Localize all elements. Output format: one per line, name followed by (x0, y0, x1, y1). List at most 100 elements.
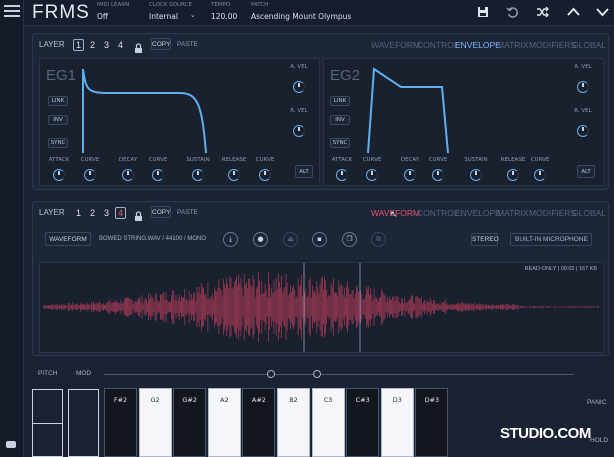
input-select[interactable]: BUILT-IN MICROPHONE ▾ (510, 233, 592, 246)
tab-waveform[interactable]: WAVEFORM (371, 40, 420, 50)
copy-button[interactable]: COPY (151, 38, 171, 50)
layer-2-button[interactable]: 2 (90, 208, 95, 218)
lock-icon[interactable] (134, 39, 143, 58)
eg1-sync-button[interactable]: SYNC (48, 138, 68, 148)
tab-modifiers[interactable]: MODIFIERS (529, 208, 576, 218)
save-icon[interactable] (474, 3, 492, 21)
piano-key[interactable]: F#2 (104, 388, 137, 457)
link-icon[interactable]: ⧉ (371, 232, 386, 247)
eg2-curve2-knob[interactable] (432, 169, 444, 181)
mod-slider-track[interactable] (104, 374, 574, 375)
slider-handle-1[interactable] (267, 370, 275, 378)
patch-value[interactable]: Ascending Mount Olympus (251, 12, 351, 21)
tab-matrix[interactable]: MATRIX (497, 208, 528, 218)
chevron-up-icon[interactable] (564, 3, 582, 21)
waveform-display[interactable]: READ-ONLY | 00:02 | 167 KB (39, 262, 604, 353)
chevron-down-icon[interactable] (593, 3, 611, 21)
eg1-curve2-knob[interactable] (152, 169, 164, 181)
mod-wheel[interactable] (68, 389, 99, 457)
eg2-section: EG2 LINK INV SYNC A. VEL R. VEL ATTACK C… (323, 58, 604, 186)
eg1-alt-button[interactable]: ALT (295, 165, 313, 178)
eg2-release-knob[interactable] (507, 169, 519, 181)
tab-matrix[interactable]: MATRIX (497, 40, 528, 50)
waveform-button[interactable]: WAVEFORM (45, 232, 91, 246)
tab-modifiers[interactable]: MODIFIERS (529, 40, 576, 50)
eg1-envelope-curve[interactable] (80, 65, 220, 155)
layer-1-button[interactable]: 1 (73, 39, 84, 51)
eg2-avel-knob[interactable] (577, 81, 589, 93)
eg2-decay-knob[interactable] (404, 169, 416, 181)
midi-learn-value[interactable]: Off (97, 12, 108, 21)
eg2-sustain-knob[interactable] (470, 169, 482, 181)
eg1-title: EG1 (46, 67, 77, 84)
download-icon[interactable]: ⤓ (223, 232, 238, 247)
eg2-curve2-label: CURVE (428, 157, 448, 163)
eg2-rvel-knob[interactable] (577, 125, 589, 137)
slider-handle-2[interactable] (313, 370, 321, 378)
eg1-release-knob[interactable] (228, 169, 240, 181)
eg1-sustain-knob[interactable] (192, 169, 204, 181)
clock-source-value[interactable]: Internal (149, 12, 178, 21)
tab-envelope[interactable]: ENVELOPE (455, 40, 501, 50)
copy-button[interactable]: COPY (151, 206, 171, 218)
shuffle-icon[interactable] (533, 3, 551, 21)
layer-3-button[interactable]: 3 (104, 208, 109, 218)
eg1-avel-knob[interactable] (293, 81, 305, 93)
layer-3-button[interactable]: 3 (104, 40, 109, 50)
eg2-curve3-knob[interactable] (534, 169, 546, 181)
stereo-button[interactable]: STEREO (471, 233, 499, 246)
piano-key[interactable]: A#2 (242, 388, 276, 457)
piano-key[interactable]: D3 (380, 388, 414, 457)
piano-key[interactable]: B2 (277, 388, 310, 457)
undo-icon[interactable] (503, 3, 521, 21)
copy-icon[interactable]: ❐ (342, 232, 357, 247)
layer-4-button[interactable]: 4 (115, 207, 126, 219)
piano-key[interactable]: C3 (311, 388, 345, 457)
eg1-decay-knob[interactable] (122, 169, 134, 181)
pitch-wheel[interactable] (32, 389, 63, 457)
eg1-rvel-knob[interactable] (293, 125, 305, 137)
eg2-inv-button[interactable]: INV (330, 115, 350, 125)
eg2-sync-button[interactable]: SYNC (330, 138, 350, 148)
layer-4-button[interactable]: 4 (118, 40, 123, 50)
paste-button[interactable]: PASTE (177, 209, 198, 216)
tab-global[interactable]: GLOBAL (572, 40, 606, 50)
lock-icon[interactable] (134, 207, 143, 226)
tab-global[interactable]: GLOBAL (572, 208, 606, 218)
piano-key[interactable]: C#3 (346, 388, 380, 457)
tab-control[interactable]: CONTROL (417, 208, 459, 218)
eg2-envelope-curve[interactable] (364, 65, 484, 155)
eject-icon[interactable]: ⏏ (283, 232, 298, 247)
piano-key[interactable]: G#2 (173, 388, 207, 457)
paste-button[interactable]: PASTE (177, 41, 198, 48)
panic-button[interactable]: PANIC (587, 399, 606, 406)
eg2-alt-button[interactable]: ALT (577, 165, 595, 178)
eg2-avel-label: A. VEL (574, 64, 592, 70)
layer-1-button[interactable]: 1 (76, 208, 81, 218)
eg1-attack-knob[interactable] (53, 169, 65, 181)
piano-key[interactable]: D#3 (415, 388, 449, 457)
eg2-attack-knob[interactable] (336, 169, 348, 181)
eg1-decay-label: DECAY (118, 157, 138, 163)
record-icon[interactable]: ● (253, 232, 268, 247)
eg1-link-button[interactable]: LINK (48, 96, 68, 106)
tab-control[interactable]: CONTROL (417, 40, 459, 50)
layer-2-button[interactable]: 2 (90, 40, 95, 50)
menu-icon[interactable] (4, 5, 20, 17)
piano-key[interactable]: A2 (207, 388, 241, 457)
eg2-link-button[interactable]: LINK (330, 96, 350, 106)
eg2-curve1-knob[interactable] (366, 169, 378, 181)
tempo-value[interactable]: 120.00 (211, 12, 237, 21)
tab-envelope[interactable]: ENVELOPE (455, 208, 501, 218)
eg2-rvel-label: R. VEL (574, 108, 592, 114)
eg1-curve1-knob[interactable] (84, 169, 96, 181)
piano-key[interactable]: G2 (138, 388, 172, 457)
device-icon[interactable] (6, 441, 16, 448)
hold-button[interactable]: HOLD (590, 437, 608, 444)
eg1-inv-button[interactable]: INV (48, 115, 68, 125)
chevron-down-icon[interactable]: ⌄ (190, 11, 196, 19)
cursor-icon: ↖ (390, 210, 398, 220)
input-select-value: BUILT-IN MICROPHONE (515, 236, 588, 243)
delete-icon[interactable]: ▪ (312, 232, 327, 247)
eg1-curve3-knob[interactable] (259, 169, 271, 181)
